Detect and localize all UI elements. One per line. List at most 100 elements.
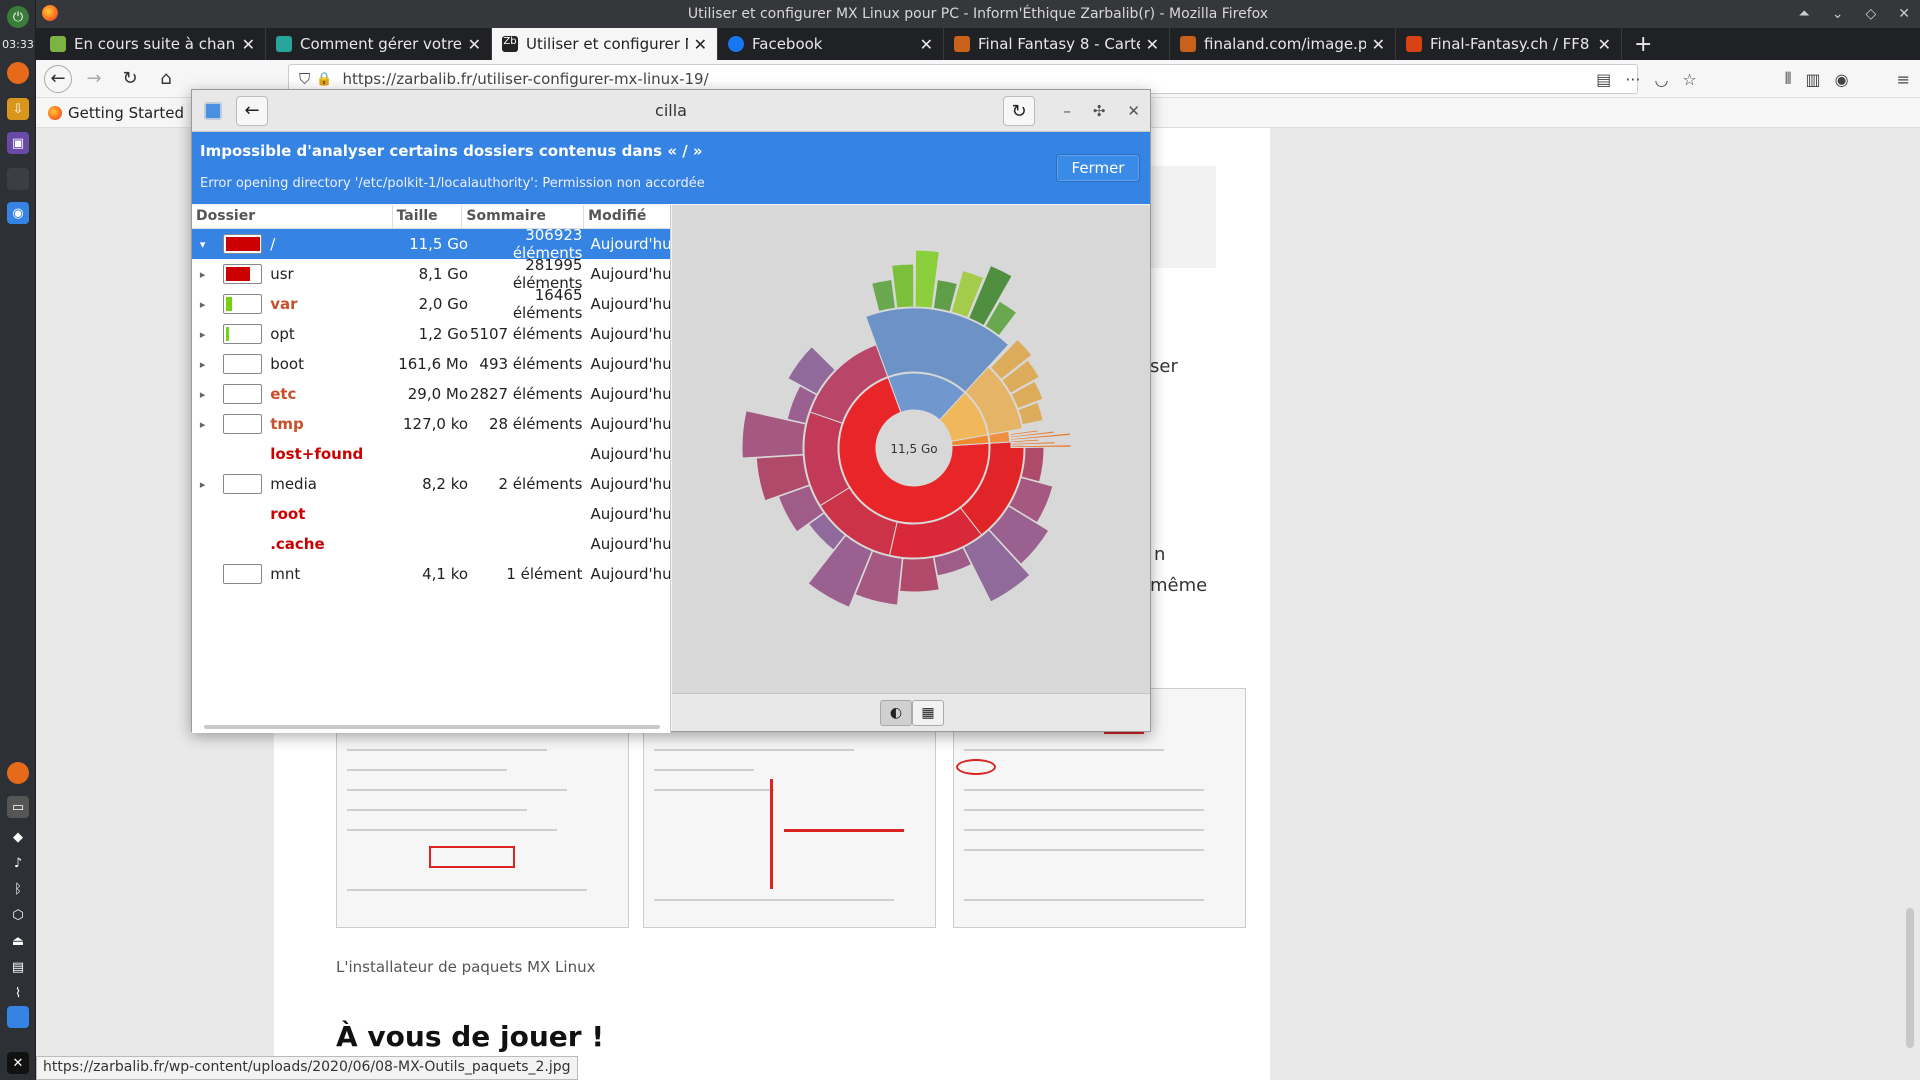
folder-contents: 16465 éléments	[512, 286, 583, 322]
library-icon[interactable]: ⫴	[1785, 69, 1792, 89]
close-tab-icon[interactable]: ✕	[242, 35, 255, 54]
folder-name: opt	[270, 325, 295, 343]
volume-icon[interactable]: ♪	[7, 852, 29, 874]
folder-row[interactable]: root Aujourd'hui	[192, 499, 670, 529]
close-tab-icon[interactable]: ✕	[1598, 35, 1611, 54]
folder-row[interactable]: ▸ boot 161,6 Mo 493 éléments Aujourd'hui	[192, 349, 670, 379]
tab[interactable]: Final Fantasy 8 - Cartes - ✕	[944, 28, 1170, 60]
pocket-icon[interactable]: ◡	[1654, 70, 1668, 89]
folder-modified: Aujourd'hui	[590, 445, 671, 463]
clipboard-icon[interactable]: ▤	[7, 956, 29, 978]
folder-row[interactable]: ▸ opt 1,2 Go 5107 éléments Aujourd'hui	[192, 319, 670, 349]
close-tab-icon[interactable]: ✕	[920, 35, 933, 54]
bookmark-star-icon[interactable]: ☆	[1682, 70, 1696, 89]
download-icon[interactable]: ⇩	[7, 98, 29, 120]
paperclip-icon[interactable]: ⌇	[7, 982, 29, 1004]
network-icon[interactable]: ◆	[7, 826, 29, 848]
app-icon[interactable]: ▣	[7, 132, 29, 154]
tab[interactable]: Final-Fantasy.ch / FF8 / q ✕	[1396, 28, 1622, 60]
tab-active[interactable]: Zb Utiliser et configurer MX ✕	[492, 28, 718, 60]
bookmark-getting-started[interactable]: Getting Started	[68, 104, 184, 122]
restore-icon[interactable]: ⌄	[1832, 6, 1844, 22]
folder-row[interactable]: ▾/11,5 Go 306923 éléments Aujourd'hui	[192, 226, 670, 262]
column-size[interactable]: Taille	[393, 205, 463, 228]
folder-row[interactable]: lost+found Aujourd'hui	[192, 439, 670, 469]
column-contents[interactable]: Sommaire	[462, 205, 585, 228]
folder-row[interactable]: ▸ usr 8,1 Go 281995 éléments Aujourd'hui	[192, 256, 670, 292]
maximize-icon[interactable]: ✣	[1093, 102, 1106, 120]
close-tab-icon[interactable]: ✕	[694, 35, 707, 54]
reload-button[interactable]: ↻	[116, 65, 144, 93]
folder-row[interactable]: mnt 4,1 ko 1 élément Aujourd'hui	[192, 559, 670, 589]
menu-icon[interactable]: ⏻	[7, 6, 29, 28]
desktop-icon[interactable]	[7, 1006, 29, 1028]
minimize-icon[interactable]: ⏶	[1799, 6, 1810, 22]
tab[interactable]: finaland.com/image.php ✕	[1170, 28, 1396, 60]
sunburst-ring3-segment[interactable]	[899, 556, 940, 593]
forward-button[interactable]: →	[80, 65, 108, 93]
lock-icon[interactable]: 🔒	[316, 72, 332, 87]
close-tab-icon[interactable]: ✕	[1372, 35, 1385, 54]
tab[interactable]: En cours suite à changem ✕	[40, 28, 266, 60]
column-modified[interactable]: Modifié	[584, 205, 670, 228]
back-button[interactable]: ←	[236, 95, 268, 126]
expander-icon[interactable]: ▸	[192, 298, 213, 311]
expander-icon[interactable]: ▸	[192, 358, 213, 371]
disk-usage-app-icon	[204, 101, 222, 120]
bluetooth-icon[interactable]: ᛒ	[7, 878, 29, 900]
workspace-icon[interactable]	[7, 168, 29, 190]
new-tab-button[interactable]: +	[1622, 28, 1664, 60]
close-tab-icon[interactable]: ✕	[468, 35, 481, 54]
tree-rows: ▾/11,5 Go 306923 éléments Aujourd'hui ▸ usr 8…	[192, 226, 670, 589]
sunburst-chart[interactable]: 11,5 Go	[672, 205, 1150, 693]
column-folder[interactable]: Dossier	[192, 205, 393, 228]
hamburger-menu-icon[interactable]: ≡	[1897, 70, 1910, 89]
firefox-bookmark-icon	[48, 105, 62, 120]
home-button[interactable]: ⌂	[152, 65, 180, 93]
folder-name: var	[270, 295, 298, 313]
horizontal-scrollbar[interactable]	[204, 725, 660, 729]
firefox-tray-icon[interactable]	[7, 762, 29, 784]
expander-icon[interactable]: ▾	[192, 238, 213, 251]
usage-bar	[223, 354, 263, 374]
reader-view-icon[interactable]: ▤	[1596, 70, 1611, 89]
baobab-taskbar-icon[interactable]: ◉	[7, 202, 29, 224]
expander-icon[interactable]: ▸	[192, 388, 213, 401]
sunburst-ring3-segment[interactable]	[1020, 445, 1045, 483]
expander-icon[interactable]: ▸	[192, 268, 213, 281]
close-icon[interactable]: ✕	[1127, 102, 1140, 120]
shield-icon[interactable]: ⛉	[299, 70, 310, 88]
tab[interactable]: Comment gérer votre dis ✕	[266, 28, 492, 60]
maximize-icon[interactable]: ◇	[1865, 6, 1876, 22]
folder-modified: Aujourd'hui	[590, 415, 671, 433]
tab-bar: En cours suite à changem ✕ Comment gérer …	[36, 28, 1920, 60]
page-actions-icon[interactable]: ···	[1625, 70, 1640, 89]
usage-bar	[223, 474, 263, 494]
account-icon[interactable]: ◉	[1835, 70, 1849, 89]
back-button[interactable]: ←	[44, 64, 72, 93]
firefox-launcher-icon[interactable]	[7, 62, 29, 84]
close-infobar-button[interactable]: Fermer	[1056, 154, 1140, 182]
eject-icon[interactable]: ⏏	[7, 930, 29, 952]
folder-row[interactable]: ▸ var 2,0 Go 16465 éléments Aujourd'hui	[192, 286, 670, 322]
package-icon[interactable]: ⬡	[7, 904, 29, 926]
folder-row[interactable]: ▸ etc 29,0 Mo 2827 éléments Aujourd'hui	[192, 379, 670, 409]
rings-chart-toggle[interactable]: ◐	[880, 700, 912, 726]
expander-icon[interactable]: ▸	[192, 328, 213, 341]
refresh-button[interactable]: ↻	[1003, 96, 1035, 126]
expander-icon[interactable]: ▸	[192, 478, 213, 491]
sidebar-icon[interactable]: ▥	[1806, 70, 1821, 89]
close-tab-icon[interactable]: ✕	[1146, 35, 1159, 54]
folder-row[interactable]: .cache Aujourd'hui	[192, 529, 670, 559]
folder-row[interactable]: ▸ media 8,2 ko 2 éléments Aujourd'hui	[192, 469, 670, 499]
close-window-icon[interactable]: ✕	[1898, 6, 1910, 22]
folder-row[interactable]: ▸ tmp 127,0 ko 28 éléments Aujourd'hui	[192, 409, 670, 439]
mx-logo-icon[interactable]: ✕	[7, 1052, 29, 1074]
sunburst-ring3-segment[interactable]	[871, 278, 897, 313]
files-icon[interactable]: ▭	[7, 796, 29, 818]
minimize-icon[interactable]: –	[1063, 102, 1071, 120]
treemap-chart-toggle[interactable]: ▦	[912, 700, 944, 726]
tab[interactable]: Facebook ✕	[718, 28, 944, 60]
page-scrollbar[interactable]	[1906, 908, 1914, 1048]
expander-icon[interactable]: ▸	[192, 418, 213, 431]
